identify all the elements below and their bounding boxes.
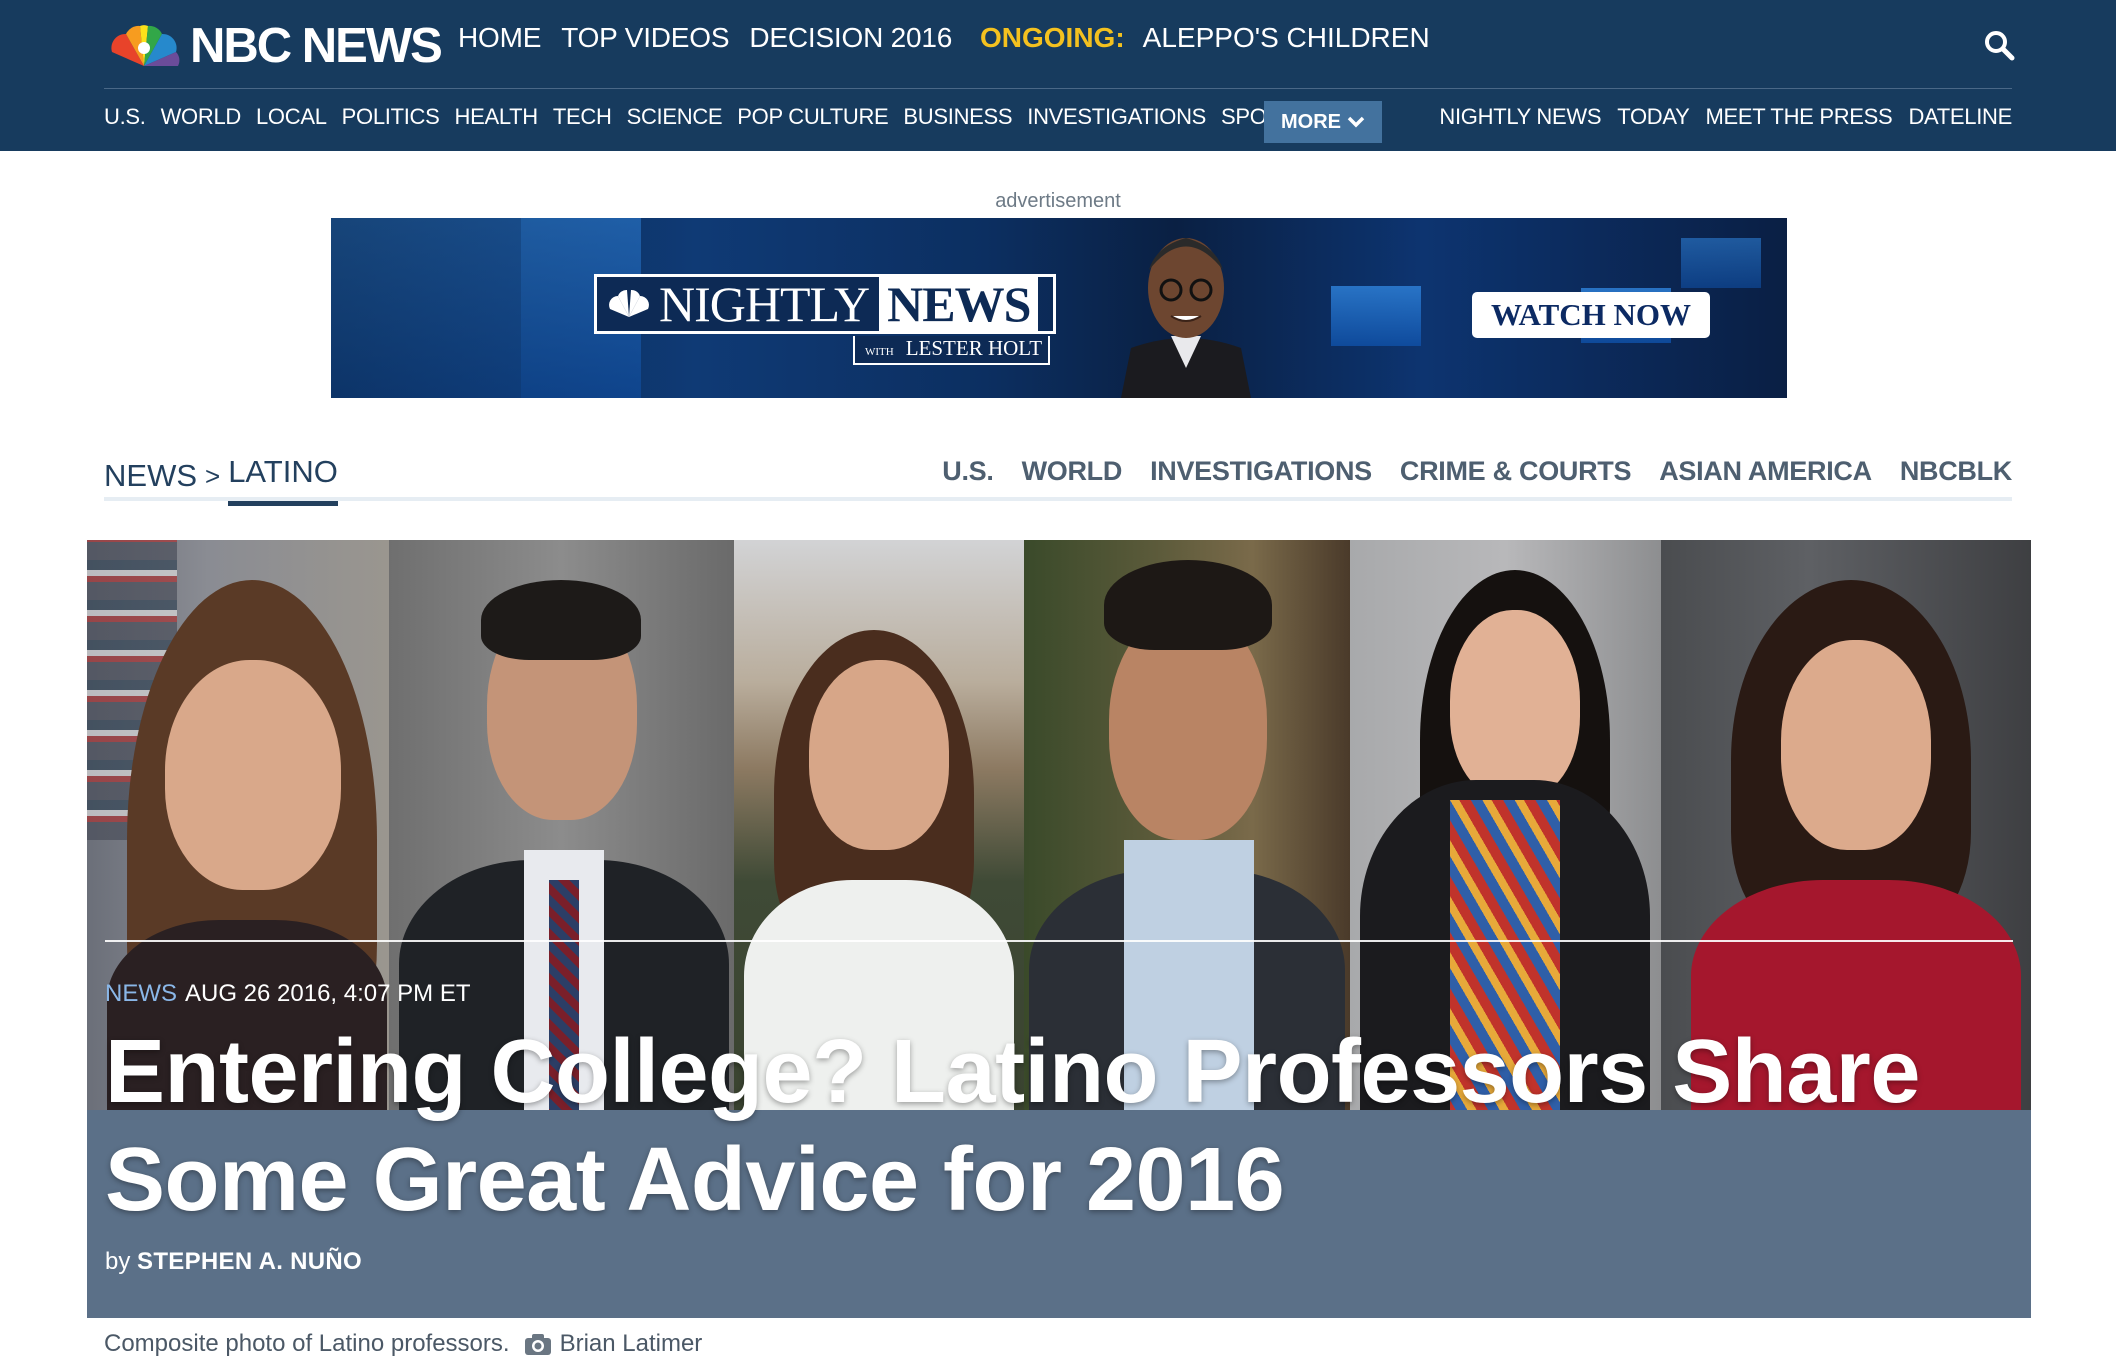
section-nav-rule [104, 497, 2012, 501]
subnav-investigations[interactable]: INVESTIGATIONS [1027, 104, 1206, 130]
show-dateline[interactable]: DATELINE [1908, 104, 2012, 130]
section-link-world[interactable]: WORLD [1022, 456, 1123, 487]
section-link-us[interactable]: U.S. [942, 456, 994, 487]
byline-prefix: by [105, 1248, 131, 1275]
ad-logo-left: NIGHTLY [597, 276, 880, 332]
nav-decision-2016[interactable]: DECISION 2016 [749, 22, 952, 54]
face [1450, 610, 1580, 800]
more-label: MORE [1281, 110, 1341, 133]
ad-background-screen [331, 218, 521, 398]
subnav-world[interactable]: WORLD [161, 104, 242, 130]
nav-home[interactable]: HOME [458, 22, 541, 54]
show-nightly-news[interactable]: NIGHTLY NEWS [1439, 104, 1601, 130]
logo-wordmark: NBC NEWS [190, 18, 443, 73]
ad-nightly-text: NIGHTLY [659, 276, 870, 332]
subnav-us[interactable]: U.S. [104, 104, 146, 130]
article-meta: NEWS AUG 26 2016, 4:07 PM ET [105, 980, 470, 1008]
nav-top-videos[interactable]: TOP VIDEOS [561, 22, 729, 54]
nightly-news-ad-banner[interactable]: NIGHTLY NEWS WITH LESTER HOLT WATCH NOW [331, 218, 1787, 398]
header-divider [104, 88, 2012, 89]
article-category[interactable]: NEWS [105, 980, 177, 1008]
ad-with-text: WITH [865, 346, 894, 358]
subnav-politics[interactable]: POLITICS [342, 104, 440, 130]
subnav-local[interactable]: LOCAL [256, 104, 327, 130]
top-nav: HOME TOP VIDEOS DECISION 2016 [458, 22, 952, 54]
search-button[interactable] [1982, 28, 2016, 62]
photo-credit-name: Brian Latimer [559, 1330, 703, 1357]
section-links: U.S. WORLD INVESTIGATIONS CRIME & COURTS… [942, 456, 2012, 487]
breadcrumb-news[interactable]: NEWS [104, 458, 197, 494]
section-link-investigations[interactable]: INVESTIGATIONS [1150, 456, 1372, 487]
hair [1104, 560, 1272, 650]
nbc-news-logo[interactable]: NBC NEWS [104, 18, 443, 74]
subnav-pop-culture[interactable]: POP CULTURE [737, 104, 888, 130]
show-today[interactable]: TODAY [1617, 104, 1690, 130]
section-link-asian-america[interactable]: ASIAN AMERICA [1659, 456, 1872, 487]
article-headline: Entering College? Latino Professors Shar… [105, 1022, 1920, 1230]
peacock-icon [609, 289, 649, 317]
chevron-down-icon [1347, 116, 1365, 128]
breadcrumb-latino[interactable]: LATINO [228, 454, 338, 506]
section-link-crime-courts[interactable]: CRIME & COURTS [1400, 456, 1632, 487]
ongoing-label: ONGOING: [980, 22, 1125, 53]
subnav-tech[interactable]: TECH [553, 104, 612, 130]
watch-now-button[interactable]: WATCH NOW [1472, 292, 1710, 338]
shows-nav: NIGHTLY NEWS TODAY MEET THE PRESS DATELI… [1439, 104, 2012, 130]
ongoing-banner: ONGOING: ALEPPO'S CHILDREN [980, 22, 1430, 54]
chevron-right-icon: > [205, 460, 221, 491]
peacock-icon [111, 25, 180, 66]
author-name[interactable]: STEPHEN A. NUÑO [137, 1248, 362, 1275]
hero-divider [105, 940, 2013, 942]
section-nav: NEWS > LATINO U.S. WORLD INVESTIGATIONS … [104, 452, 2012, 506]
face [165, 660, 341, 890]
camera-icon [524, 1334, 551, 1355]
ad-background-screen [1331, 286, 1421, 346]
advertisement-label: advertisement [995, 190, 1121, 212]
photo-credit: Brian Latimer [524, 1330, 703, 1358]
ad-anchor-text: LESTER HOLT [905, 336, 1043, 360]
more-button[interactable]: MORE [1264, 101, 1382, 143]
article-date: AUG 26 2016, 4:07 PM ET [185, 980, 471, 1007]
caption-text: Composite photo of Latino professors. [104, 1330, 510, 1357]
site-header: NBC NEWS HOME TOP VIDEOS DECISION 2016 O… [0, 0, 2116, 151]
face [1781, 640, 1931, 850]
subnav-health[interactable]: HEALTH [455, 104, 539, 130]
face [809, 660, 949, 850]
ad-news-text: NEWS [879, 276, 1039, 332]
section-subnav: U.S. WORLD LOCAL POLITICS HEALTH TECH SC… [104, 104, 1310, 130]
show-meet-the-press[interactable]: MEET THE PRESS [1706, 104, 1893, 130]
search-icon [1985, 31, 2015, 61]
section-link-nbcblk[interactable]: NBCBLK [1900, 456, 2012, 487]
subnav-business[interactable]: BUSINESS [903, 104, 1012, 130]
subnav-science[interactable]: SCIENCE [627, 104, 723, 130]
anchor-portrait [1121, 238, 1251, 398]
ad-nightly-news-logo: NIGHTLY NEWS [594, 274, 1056, 334]
ongoing-link[interactable]: ALEPPO'S CHILDREN [1143, 22, 1430, 54]
ad-background-screen [1681, 238, 1761, 288]
ad-anchor-name: WITH LESTER HOLT [853, 336, 1051, 365]
article-hero: NEWS AUG 26 2016, 4:07 PM ET Entering Co… [87, 540, 2031, 1318]
breadcrumb: NEWS > LATINO [104, 454, 338, 506]
article-byline: by STEPHEN A. NUÑO [105, 1248, 362, 1276]
photo-caption: Composite photo of Latino professors. Br… [104, 1330, 702, 1358]
hair [481, 580, 641, 660]
